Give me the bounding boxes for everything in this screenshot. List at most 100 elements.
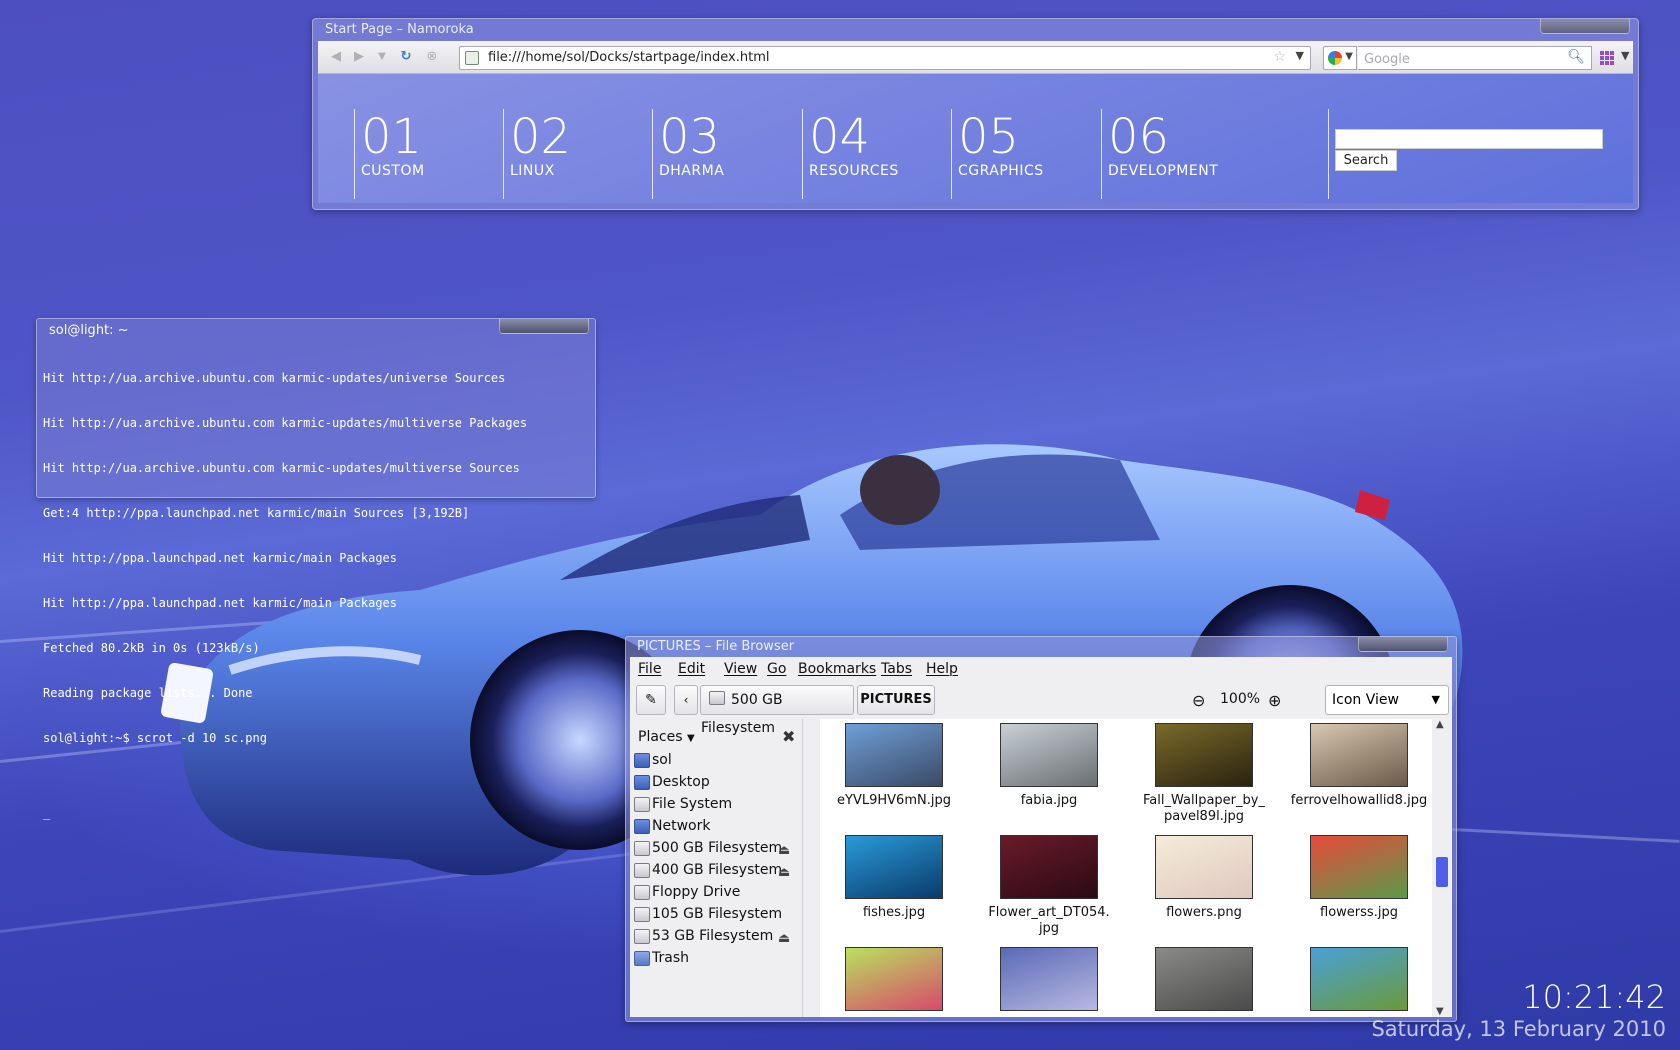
url-dropdown-icon[interactable]: ▼ xyxy=(1296,49,1304,62)
navigation-toolbar: ◀ ▶ ▼ ↻ ⊗ file:///home/sol/Docks/startpa… xyxy=(318,41,1633,74)
file-item[interactable]: fishes.jpg xyxy=(820,835,968,921)
place-trash[interactable]: Trash xyxy=(632,947,800,969)
vertical-scrollbar[interactable]: ▲ ▼ xyxy=(1434,719,1450,1017)
search-engine-selector[interactable]: ▼ xyxy=(1323,46,1357,70)
url-text: file:///home/sol/Docks/startpage/index.h… xyxy=(488,50,770,65)
zoom-in-icon[interactable]: ⊕ xyxy=(1268,691,1281,710)
startpage-link-linux[interactable]: 02 LINUX xyxy=(503,109,571,199)
file-name: flowers.png xyxy=(1166,905,1242,920)
place-file-system[interactable]: File System xyxy=(632,793,800,815)
startpage-link-dharma[interactable]: 03 DHARMA xyxy=(652,109,724,199)
image-thumbnail xyxy=(1000,835,1098,899)
terminal-window[interactable]: sol@light: ~ Hit http://ua.archive.ubunt… xyxy=(36,318,596,820)
file-item[interactable]: flowerss.jpg xyxy=(1285,835,1432,921)
startpage-search-input[interactable] xyxy=(1335,129,1603,149)
drive-icon xyxy=(634,863,650,878)
file-item[interactable]: Fall_Wallpaper_by_ pavel89l.jpg xyxy=(1130,723,1278,825)
window-controls[interactable] xyxy=(1358,637,1448,652)
terminal-line: Hit http://ua.archive.ubuntu.com karmic-… xyxy=(43,461,520,475)
menu-view[interactable]: View xyxy=(724,661,757,677)
menu-help[interactable]: Help xyxy=(926,661,958,677)
zoom-level: 100% xyxy=(1220,691,1261,707)
clock-date: Saturday, 13 February 2010 xyxy=(1371,1017,1666,1041)
chevron-down-icon: ▼ xyxy=(686,733,695,744)
place-network[interactable]: Network xyxy=(632,815,800,837)
url-bar[interactable]: file:///home/sol/Docks/startpage/index.h… xyxy=(459,46,1311,70)
close-sidebar-icon[interactable]: ✖ xyxy=(782,727,795,746)
history-dropdown-icon[interactable]: ▼ xyxy=(374,49,390,65)
startpage-number: 04 xyxy=(809,109,871,165)
image-thumbnail xyxy=(1155,723,1253,787)
forward-arrow-icon[interactable]: ▶ xyxy=(351,49,367,65)
reload-icon[interactable]: ↻ xyxy=(398,49,414,65)
page-favicon-icon xyxy=(465,51,479,65)
window-controls[interactable] xyxy=(1540,19,1630,34)
search-bar: 🔍︎ xyxy=(1358,46,1592,70)
zoom-out-icon[interactable]: ⊖ xyxy=(1192,691,1205,710)
file-item[interactable]: fabia.jpg xyxy=(975,723,1123,809)
edit-location-button[interactable]: ✎ xyxy=(636,685,666,715)
search-icon[interactable]: 🔍︎ xyxy=(1567,49,1585,65)
drive-icon xyxy=(634,841,650,856)
view-mode-select[interactable]: Icon View ▼ xyxy=(1325,685,1449,715)
image-thumbnail xyxy=(1310,835,1408,899)
path-button-device[interactable]: 500 GB Filesystem xyxy=(700,685,854,736)
path-button-current[interactable]: PICTURES xyxy=(857,685,935,715)
places-label: Places xyxy=(638,729,683,745)
stop-icon[interactable]: ⊗ xyxy=(424,49,440,65)
file-name: flowerss.jpg xyxy=(1320,905,1398,920)
file-item[interactable] xyxy=(820,947,968,1017)
image-thumbnail xyxy=(1155,835,1253,899)
startpage-link-custom[interactable]: 01 CUSTOM xyxy=(354,109,425,199)
startpage-number: 01 xyxy=(361,109,423,165)
startpage-label: CUSTOM xyxy=(361,163,425,179)
startpage-search-button[interactable]: Search xyxy=(1335,150,1397,171)
file-item[interactable] xyxy=(975,947,1123,1017)
place-desktop[interactable]: Desktop xyxy=(632,771,800,793)
menu-dropdown-icon[interactable]: ▼ xyxy=(1621,49,1629,62)
menu-go[interactable]: Go xyxy=(767,661,786,677)
place-label: Network xyxy=(652,818,711,834)
network-icon xyxy=(634,819,650,834)
file-item[interactable]: Flower_art_DT054. jpg xyxy=(975,835,1123,937)
menu-file[interactable]: File xyxy=(638,661,661,677)
search-input[interactable] xyxy=(1362,49,1556,69)
image-thumbnail xyxy=(845,723,943,787)
file-item[interactable]: eYVL9HV6mN.jpg xyxy=(820,723,968,809)
menu-tabs[interactable]: Tabs xyxy=(881,661,912,677)
browser-window: Start Page – Namoroka ◀ ▶ ▼ ↻ ⊗ file:///… xyxy=(312,18,1639,210)
desktop-clock: 10:21:42 Saturday, 13 February 2010 xyxy=(1371,978,1666,1042)
startpage-link-cgraphics[interactable]: 05 CGRAPHICS xyxy=(951,109,1044,199)
place-sol[interactable]: sol xyxy=(632,749,800,771)
scroll-up-icon[interactable]: ▲ xyxy=(1436,719,1444,730)
terminal-line: sol@light:~$ scrot -d 10 sc.png xyxy=(43,731,267,745)
file-item[interactable] xyxy=(1130,947,1278,1017)
image-thumbnail xyxy=(845,835,943,899)
image-thumbnail xyxy=(1310,723,1408,787)
path-back-button[interactable]: ‹ xyxy=(674,685,698,715)
place-500gb[interactable]: 500 GB Filesystem ⏏ xyxy=(632,837,800,859)
places-dropdown[interactable]: Places ▼ xyxy=(638,729,695,745)
menu-bookmarks[interactable]: Bookmarks xyxy=(798,661,876,677)
startpage-number: 05 xyxy=(958,109,1020,165)
trash-icon xyxy=(634,951,650,966)
place-53gb[interactable]: 53 GB Filesystem ⏏ xyxy=(632,925,800,947)
place-105gb[interactable]: 105 GB Filesystem xyxy=(632,903,800,925)
back-arrow-icon[interactable]: ◀ xyxy=(328,49,344,65)
bookmark-star-icon[interactable]: ☆ xyxy=(1273,49,1286,65)
startpage-link-development[interactable]: 06 DEVELOPMENT xyxy=(1101,109,1218,199)
place-floppy[interactable]: Floppy Drive xyxy=(632,881,800,903)
place-400gb[interactable]: 400 GB Filesystem ⏏ xyxy=(632,859,800,881)
file-item[interactable]: flowers.png xyxy=(1130,835,1278,921)
startpage-link-resources[interactable]: 04 RESOURCES xyxy=(802,109,899,199)
file-item[interactable]: ferrovelhowallid8.jpg xyxy=(1285,723,1432,809)
menu-edit[interactable]: Edit xyxy=(678,661,705,677)
file-name: ferrovelhowallid8.jpg xyxy=(1290,793,1428,808)
place-label: 53 GB Filesystem xyxy=(652,928,774,944)
window-controls[interactable] xyxy=(499,319,589,334)
apps-grid-icon[interactable] xyxy=(1600,51,1614,65)
file-name: Fall_Wallpaper_by_ pavel89l.jpg xyxy=(1143,793,1265,824)
scrollbar-thumb[interactable] xyxy=(1436,857,1448,887)
terminal-title: sol@light: ~ xyxy=(49,323,129,338)
terminal-line: Hit http://ppa.launchpad.net karmic/main… xyxy=(43,551,398,565)
